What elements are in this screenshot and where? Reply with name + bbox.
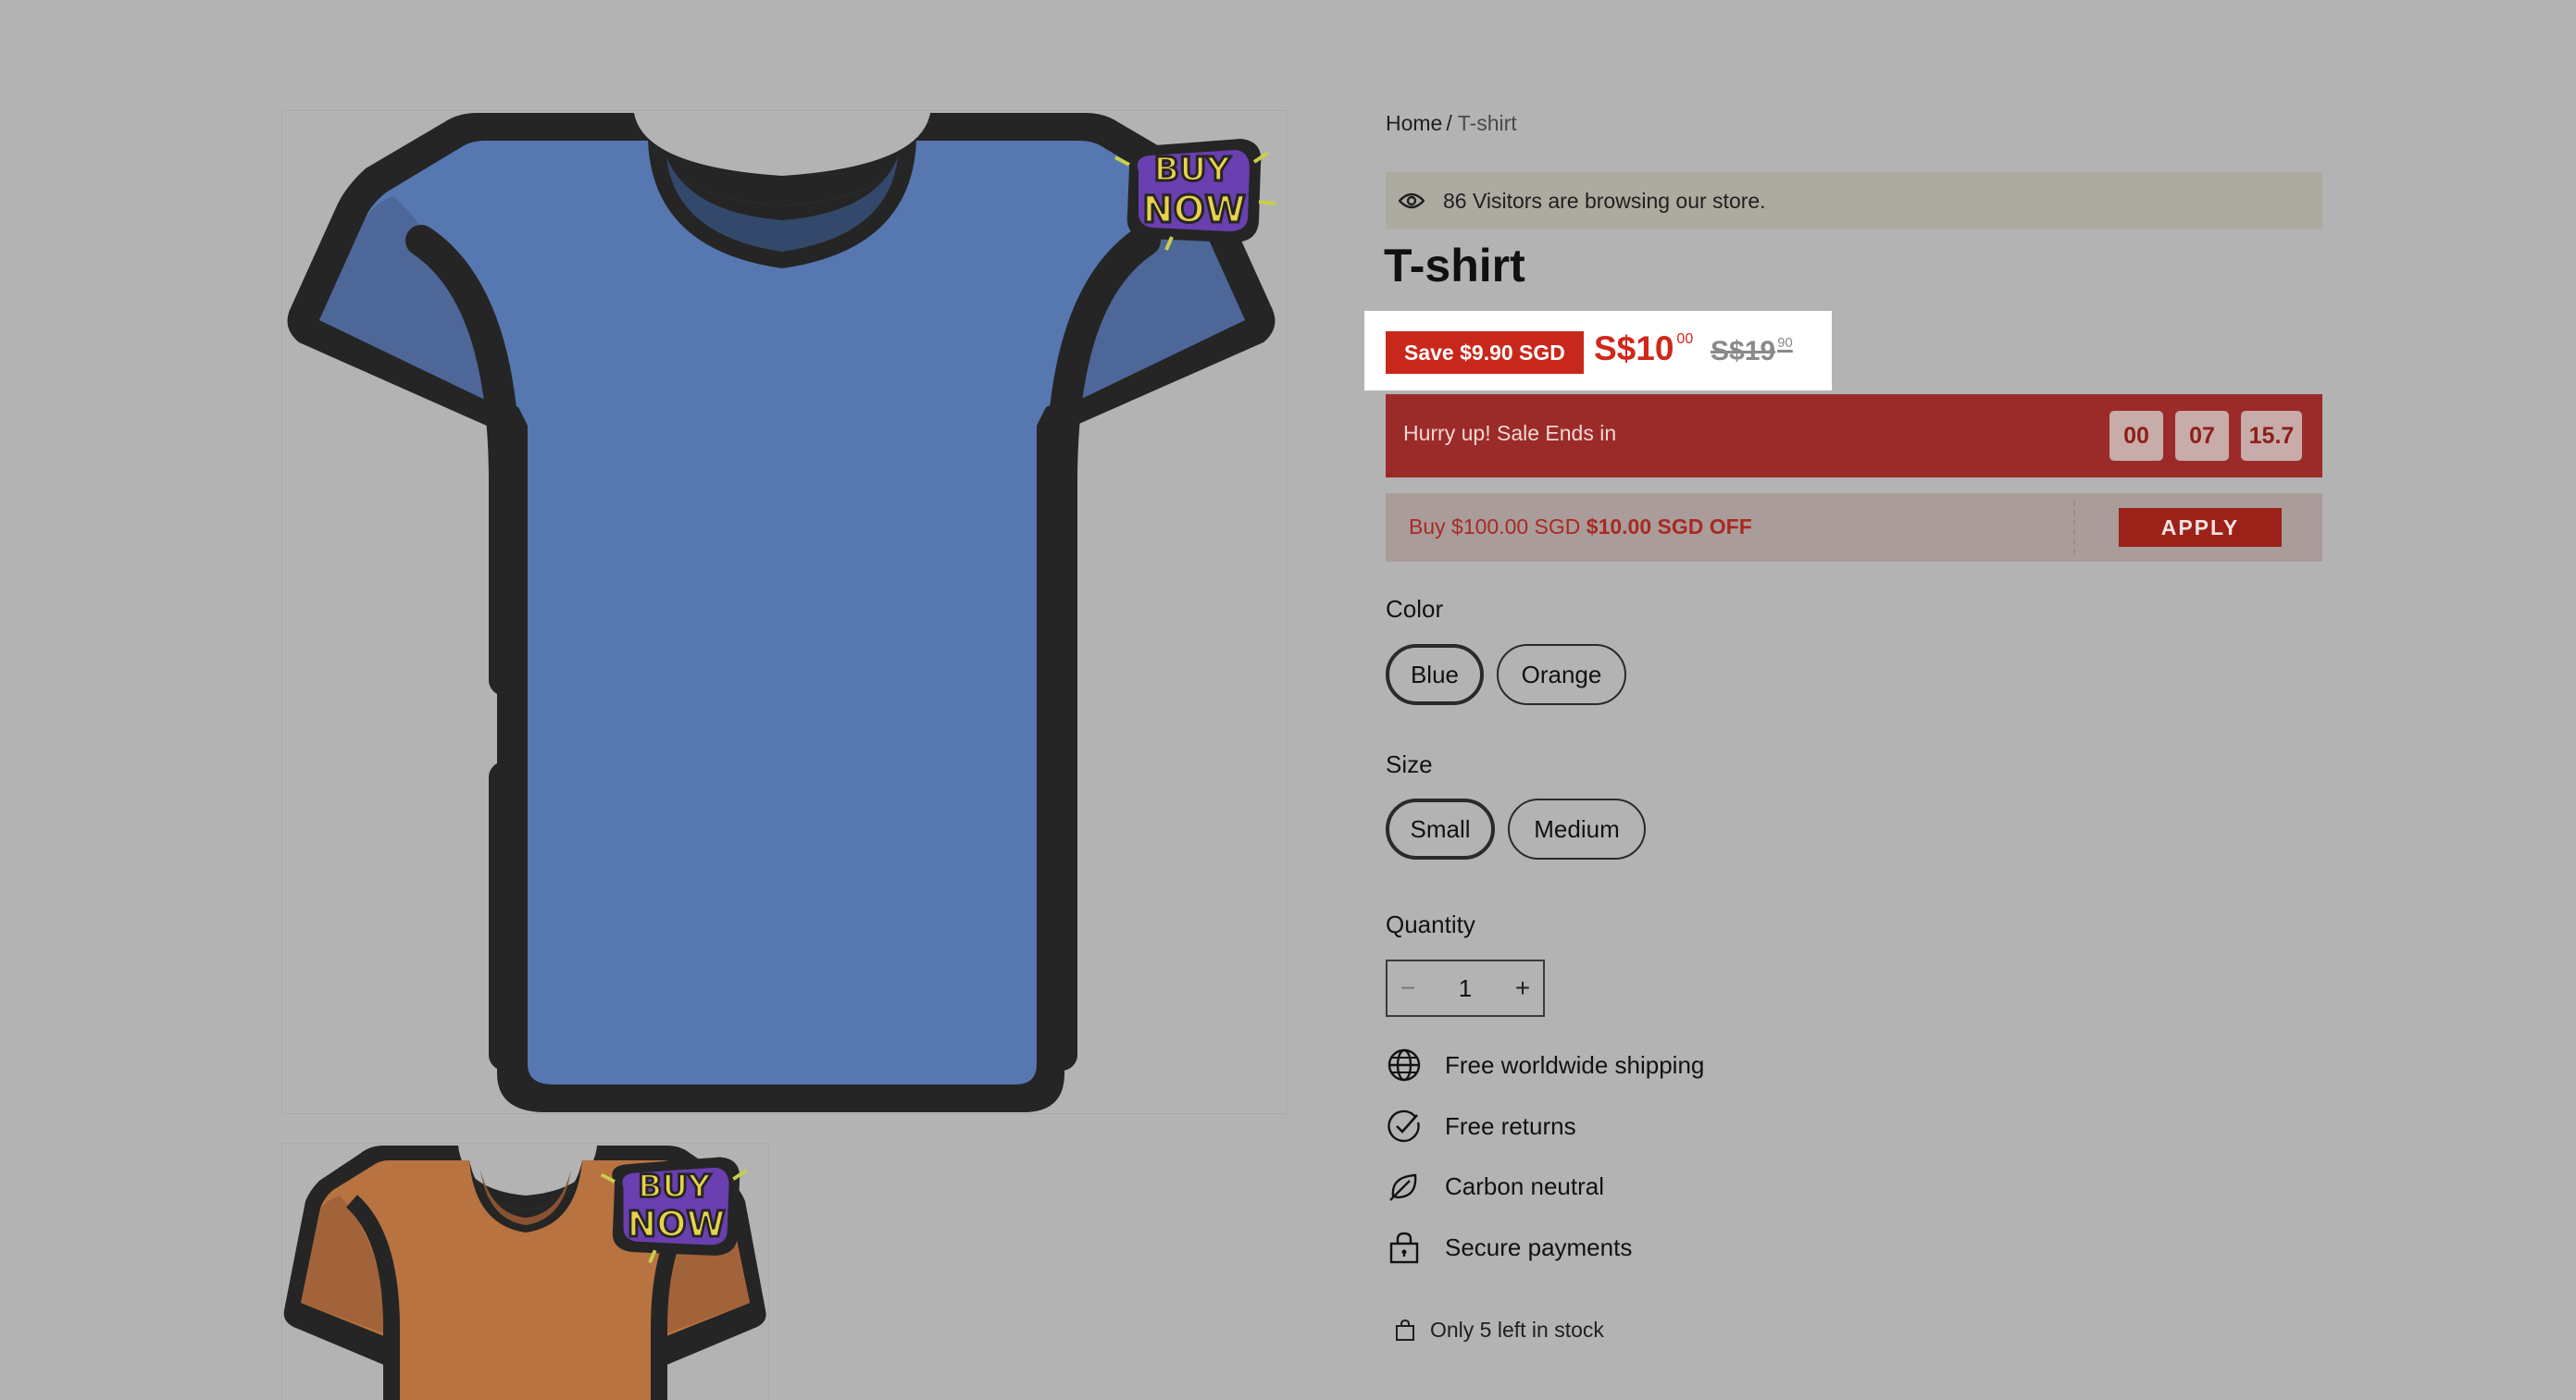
size-label: Size	[1386, 750, 1433, 778]
size-option-small[interactable]: Small	[1386, 799, 1495, 860]
breadcrumb-home-link[interactable]: Home	[1386, 111, 1442, 135]
svg-text:NOW: NOW	[1142, 189, 1246, 231]
quantity-input[interactable]: 1	[1459, 974, 1472, 1003]
sale-price: S$10 00	[1594, 329, 1693, 368]
feature-payments: Secure payments	[1386, 1229, 1632, 1266]
color-option-orange[interactable]: Orange	[1497, 644, 1626, 705]
countdown-minutes: 07	[2175, 411, 2229, 461]
coupon-divider	[2073, 501, 2075, 554]
breadcrumb-current: T-shirt	[1457, 111, 1517, 135]
feature-payments-label: Secure payments	[1445, 1233, 1633, 1261]
coupon-condition: Buy $100.00 SGD	[1409, 514, 1581, 539]
quantity-stepper: − 1 +	[1386, 960, 1545, 1017]
coupon-discount: $10.00 SGD OFF	[1586, 514, 1752, 539]
svg-text:BUY: BUY	[638, 1168, 712, 1205]
sale-price-main: S$10	[1594, 329, 1674, 367]
orange-tshirt-illustration: BUY NOW	[283, 1146, 766, 1400]
save-badge: Save $9.90 SGD	[1386, 331, 1584, 374]
sale-price-cents: 00	[1676, 331, 1694, 347]
feature-shipping: Free worldwide shipping	[1386, 1047, 1704, 1084]
feature-carbon-label: Carbon neutral	[1445, 1171, 1604, 1200]
breadcrumb-separator: /	[1446, 111, 1452, 135]
countdown-hours: 00	[2109, 411, 2163, 461]
coupon-text: Buy $100.00 SGD $10.00 SGD OFF	[1409, 514, 1752, 539]
svg-text:BUY: BUY	[1154, 151, 1232, 189]
feature-returns-label: Free returns	[1445, 1111, 1576, 1140]
color-label: Color	[1386, 595, 1444, 623]
buy-now-sticker-thumb: BUY NOW	[600, 1157, 748, 1264]
bag-icon	[1395, 1319, 1417, 1343]
check-circle-icon	[1386, 1108, 1423, 1145]
visitors-notice: 86 Visitors are browsing our store.	[1386, 172, 2322, 229]
visitors-text: 86 Visitors are browsing our store.	[1443, 188, 1766, 213]
thumbnail-orange-tshirt[interactable]: BUY NOW	[281, 1143, 769, 1400]
globe-icon	[1386, 1047, 1423, 1084]
main-product-image[interactable]: BUY NOW	[281, 110, 1288, 1114]
compare-price-cents: 90	[1777, 335, 1793, 351]
size-option-medium[interactable]: Medium	[1508, 799, 1646, 860]
feature-returns: Free returns	[1386, 1108, 1576, 1145]
eye-icon	[1399, 187, 1426, 215]
blue-tshirt-illustration: BUY NOW	[287, 113, 1276, 1112]
svg-text:NOW: NOW	[627, 1204, 725, 1245]
countdown-seconds: 15.7	[2241, 411, 2302, 461]
stock-notice: Only 5 left in stock	[1395, 1318, 1604, 1343]
leaf-icon	[1386, 1168, 1423, 1205]
quantity-label: Quantity	[1386, 911, 1475, 938]
lock-icon	[1386, 1229, 1423, 1266]
coupon-offer: Buy $100.00 SGD $10.00 SGD OFF APPLY	[1386, 493, 2322, 562]
stock-text: Only 5 left in stock	[1430, 1318, 1604, 1342]
compare-price-main: S$19	[1711, 336, 1776, 366]
feature-shipping-label: Free worldwide shipping	[1445, 1050, 1705, 1079]
price-block: Save $9.90 SGD S$10 00 S$19 90	[1364, 311, 1832, 390]
color-option-blue[interactable]: Blue	[1386, 644, 1484, 705]
feature-carbon: Carbon neutral	[1386, 1168, 1604, 1205]
quantity-increase-button[interactable]: +	[1502, 973, 1543, 1003]
product-title: T-shirt	[1384, 240, 1525, 291]
apply-coupon-button[interactable]: APPLY	[2119, 508, 2282, 547]
breadcrumb: Home / T-shirt	[1386, 111, 1517, 136]
product-page: BUY NOW BUY NOW Home / T-shirt 86 Visito…	[0, 0, 2576, 1400]
sale-countdown: Hurry up! Sale Ends in 00 07 15.7	[1386, 394, 2322, 477]
quantity-decrease-button[interactable]: −	[1388, 973, 1428, 1003]
compare-price: S$19 90	[1711, 335, 1793, 367]
buy-now-sticker: BUY NOW	[1114, 139, 1276, 251]
countdown-label: Hurry up! Sale Ends in	[1403, 421, 1617, 445]
